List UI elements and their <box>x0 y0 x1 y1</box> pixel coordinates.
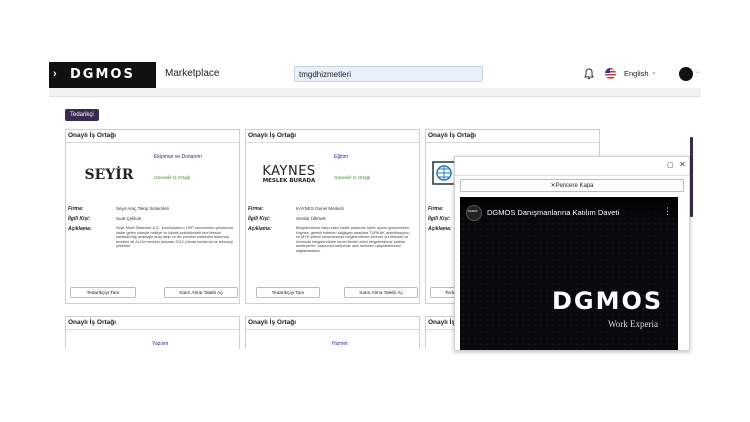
filter-badge[interactable]: Tedarikçi <box>65 109 99 121</box>
firma-label: Firma: <box>428 206 444 212</box>
trust-label: Güvenilir İş Ortağı <box>154 175 191 180</box>
category-label: Ekipman ve Donanım <box>154 154 202 160</box>
aciklama-label: Açıklama: <box>248 226 272 232</box>
bell-icon[interactable] <box>584 68 594 80</box>
company-logo: KAYNES MESLEK BURADA <box>262 164 316 184</box>
kisi-value: Suat Çelikok <box>116 216 142 221</box>
card-title: Onaylı İş Ortağı <box>68 319 117 326</box>
close-window-button[interactable]: ✕Pencere Kapa <box>460 179 684 192</box>
avatar[interactable] <box>679 67 693 81</box>
kisi-value: Serdar Ülkmek <box>296 216 326 221</box>
supplier-card: Onaylı İş Ortağı Hizmet <box>245 316 420 349</box>
card-title: Onaylı İş Ortağı <box>68 132 117 139</box>
video-subtitle: Work Experia <box>608 319 659 329</box>
search-input[interactable] <box>294 66 483 82</box>
kisi-label: İlgili Kişi: <box>248 216 271 222</box>
avatar-chevron-icon[interactable]: ⌄ <box>695 68 700 75</box>
menu-toggle-icon[interactable]: › <box>53 67 57 81</box>
top-header: › DGMOS Marketplace English ⌄ ⌄ <box>49 62 701 88</box>
supplier-card: Onaylı İş Ortağı Yazılım <box>65 316 240 349</box>
aciklama-value: Seyir Mobil Sistemler A.Ş., kuruluşların… <box>116 226 234 249</box>
video-logo: DGMOS <box>552 287 664 315</box>
purchase-request-button[interactable]: Satın Alma Talebi Aç <box>344 287 418 298</box>
scrollbar-thumb[interactable] <box>690 137 693 217</box>
category-label: Eğitim <box>334 154 348 160</box>
chevron-down-icon[interactable]: ⌄ <box>651 68 657 76</box>
kisi-label: İlgili Kişi: <box>428 216 451 222</box>
language-selector[interactable]: English <box>624 69 649 78</box>
card-title: Onaylı İş Ortağı <box>428 132 477 139</box>
firma-value: KAYNES Genel Merkezi <box>296 206 345 211</box>
category-label: Yazılım <box>152 341 169 347</box>
video-player[interactable]: DGMOS DGMOS Danışmanlarına Katılım Davet… <box>460 197 678 350</box>
popup-titlebar: ▢ ✕ <box>455 157 689 176</box>
brand-logo: DGMOS <box>70 67 135 82</box>
company-logo: SEYİR <box>84 167 134 183</box>
firma-value: Seyir Araç Takip Sistemleri <box>116 206 170 211</box>
kisi-label: İlgili Kişi: <box>68 216 91 222</box>
card-title: Onaylı İş Ortağı <box>248 319 297 326</box>
more-options-icon[interactable]: ⋮ <box>663 206 672 217</box>
divider <box>426 142 599 143</box>
video-popup: ▢ ✕ ✕Pencere Kapa DGMOS DGMOS Danışmanla… <box>454 156 690 351</box>
supplier-info-button[interactable]: Tedarikçiyi Tanı <box>256 287 320 298</box>
brand-bar[interactable]: › DGMOS <box>49 62 156 88</box>
supplier-card: Onaylı İş Ortağı KAYNES MESLEK BURADA Eğ… <box>245 129 420 304</box>
divider <box>246 329 419 330</box>
channel-avatar[interactable]: DGMOS <box>466 205 482 221</box>
sub-toolbar <box>49 88 701 97</box>
maximize-icon[interactable]: ▢ <box>667 161 674 169</box>
aciklama-label: Açıklama: <box>428 226 452 232</box>
aciklama-label: Açıklama: <box>68 226 92 232</box>
aciklama-value: Belgelendirme talep eden kişiler arasınd… <box>296 226 410 253</box>
divider <box>246 142 419 143</box>
firma-label: Firma: <box>68 206 84 212</box>
card-title: Onaylı İş Ortağı <box>248 132 297 139</box>
supplier-card: Onaylı İş Ortağı SEYİR Ekipman ve Donanı… <box>65 129 240 304</box>
divider <box>66 142 239 143</box>
close-icon[interactable]: ✕ <box>679 160 686 169</box>
globe-logo-icon <box>432 161 456 185</box>
page-title: Marketplace <box>165 68 220 79</box>
video-title[interactable]: DGMOS Danışmanlarına Katılım Daveti <box>487 208 619 217</box>
firma-label: Firma: <box>248 206 264 212</box>
category-label: Hizmet <box>332 341 348 347</box>
us-flag-icon[interactable] <box>605 68 616 79</box>
trust-label: Güvenilir İş Ortağı <box>334 175 371 180</box>
purchase-request-button[interactable]: Satın Alma Talebi Aç <box>164 287 238 298</box>
divider <box>66 329 239 330</box>
supplier-info-button[interactable]: Tedarikçiyi Tanı <box>70 287 136 298</box>
